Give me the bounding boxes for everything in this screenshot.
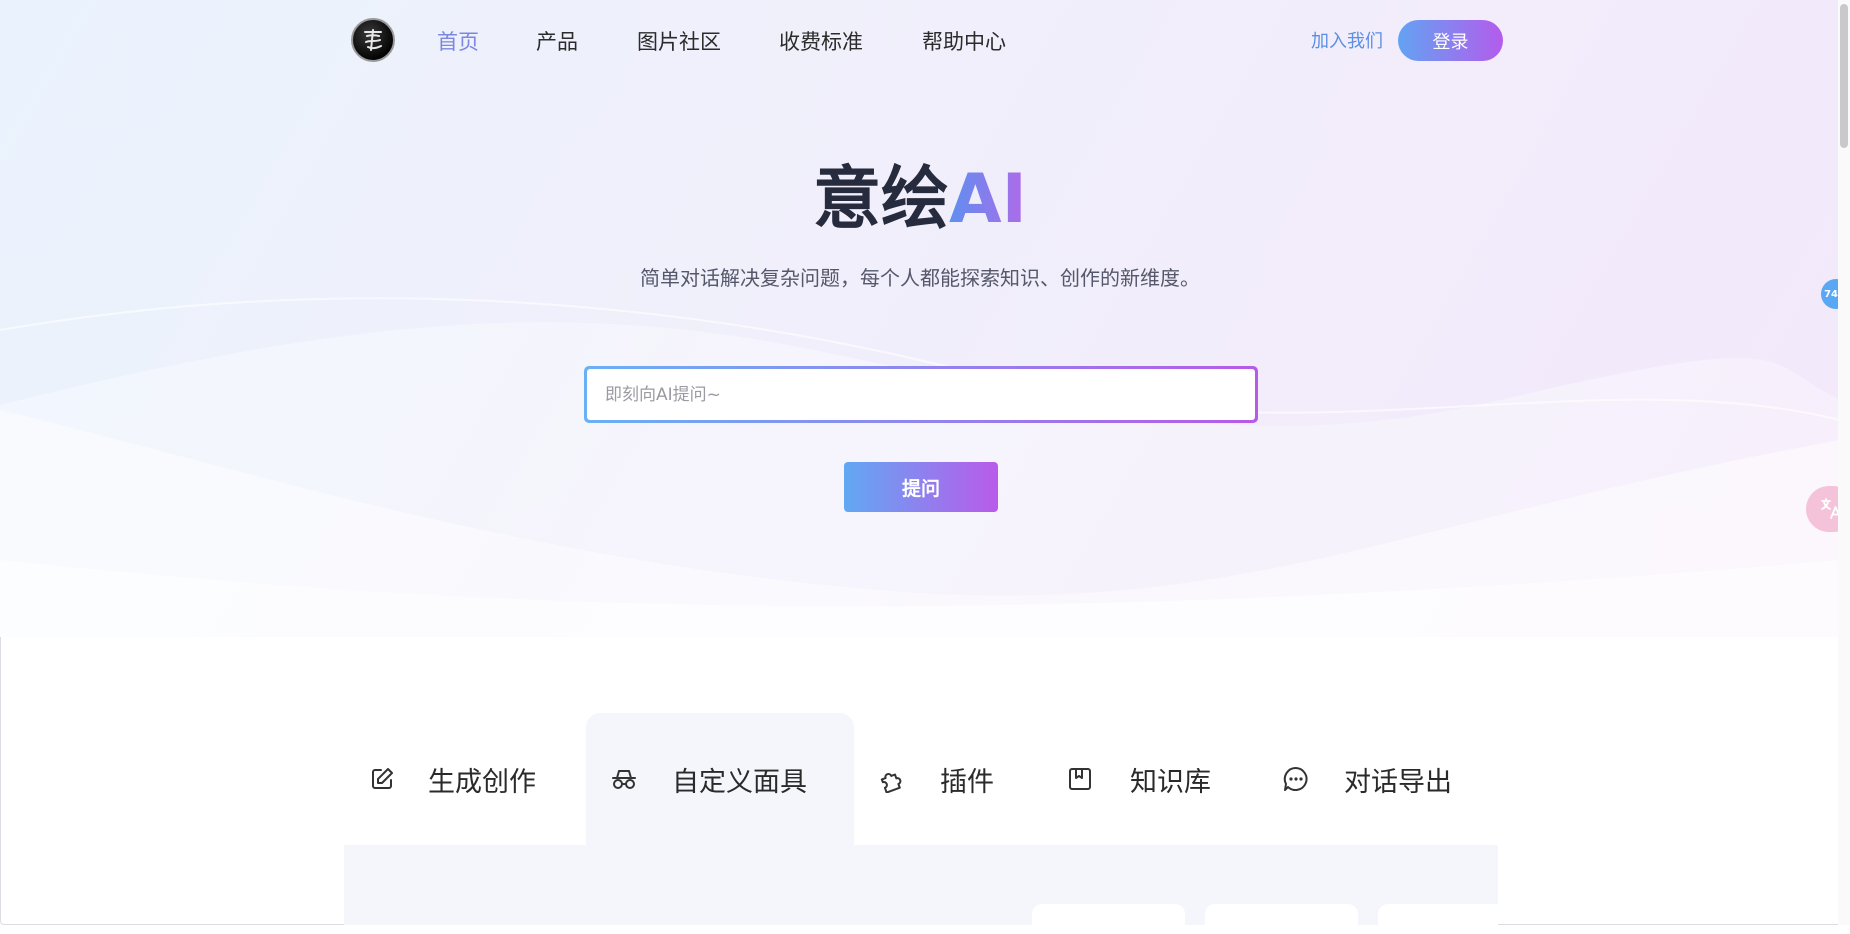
edit-icon	[368, 765, 396, 793]
tab-label: 自定义面具	[672, 766, 807, 798]
ask-button[interactable]: 提问	[844, 462, 998, 512]
book-icon	[1066, 765, 1094, 793]
content-card[interactable]	[1205, 904, 1358, 934]
puzzle-icon	[878, 765, 906, 793]
nav-item-help-center[interactable]: 帮助中心	[922, 26, 1006, 56]
mask-icon	[610, 765, 638, 793]
chat-icon	[1282, 765, 1310, 793]
hero-section	[0, 0, 1840, 637]
content-card[interactable]	[1032, 904, 1185, 934]
hero-subtitle: 简单对话解决复杂问题，每个人都能探索知识、创作的新维度。	[640, 266, 1200, 290]
tab-plugins[interactable]: 插件	[854, 713, 1050, 845]
app-logo[interactable]	[351, 18, 395, 62]
search-input[interactable]	[587, 369, 1255, 420]
tab-knowledge-base[interactable]: 知识库	[1050, 713, 1270, 845]
login-button[interactable]: 登录	[1398, 20, 1503, 61]
tab-label: 生成创作	[428, 766, 536, 798]
tab-custom-mask[interactable]: 自定义面具	[586, 713, 854, 845]
content-card[interactable]	[1378, 904, 1498, 934]
brand-title-ai: AI	[949, 160, 1027, 239]
tab-label: 知识库	[1130, 766, 1211, 798]
page-scrollbar[interactable]	[1838, 0, 1850, 925]
scrollbar-thumb[interactable]	[1840, 4, 1848, 148]
brand-title: 意绘AI	[0, 160, 1840, 240]
nav-item-image-community[interactable]: 图片社区	[637, 26, 721, 56]
brand-title-cn: 意绘	[813, 160, 950, 239]
nav-item-products[interactable]: 产品	[536, 26, 578, 56]
tab-label: 插件	[940, 766, 994, 798]
nav-item-home[interactable]: 首页	[437, 26, 479, 56]
hero-waves-decoration	[0, 297, 1840, 637]
logo-glyph-icon	[364, 29, 382, 51]
tab-export-chat[interactable]: 对话导出	[1270, 713, 1498, 845]
tab-label: 对话导出	[1344, 766, 1452, 798]
join-us-link[interactable]: 加入我们	[1311, 27, 1383, 53]
tab-generate[interactable]: 生成创作	[344, 713, 586, 845]
nav-item-pricing[interactable]: 收费标准	[779, 26, 863, 56]
search-input-wrapper	[584, 366, 1258, 423]
